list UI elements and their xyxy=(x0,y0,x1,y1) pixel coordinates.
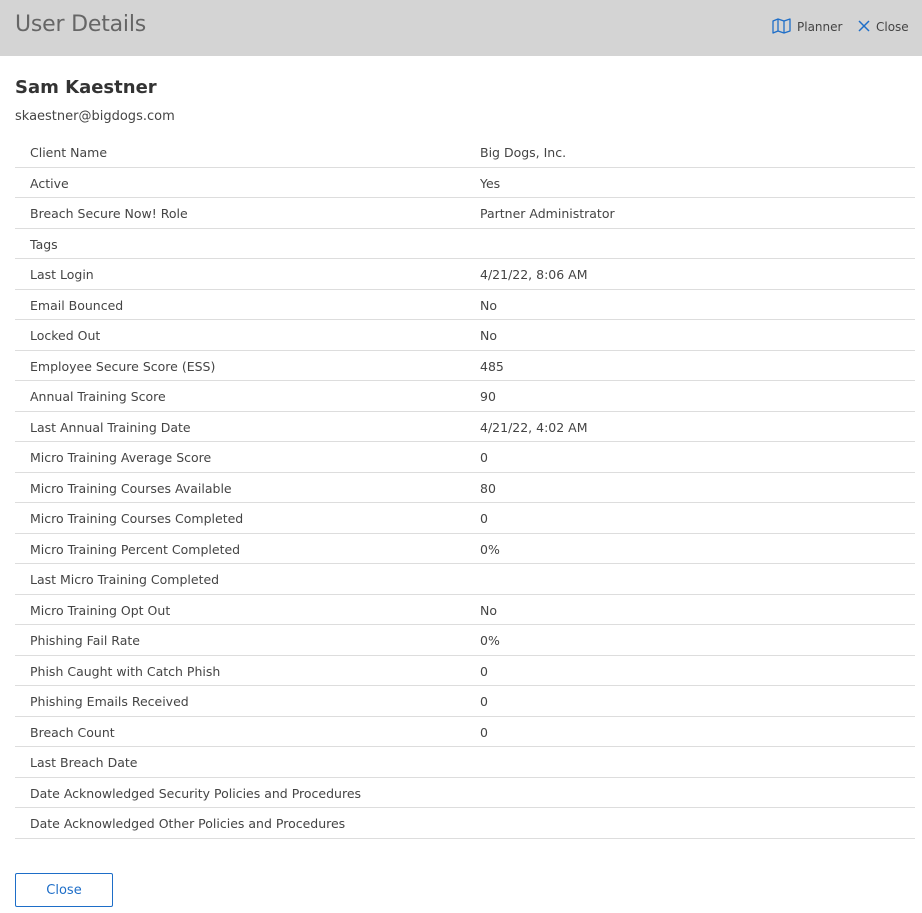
row-label: Micro Training Opt Out xyxy=(30,602,171,618)
table-row: Micro Training Percent Completed 0% xyxy=(15,534,915,564)
table-row: Last Breach Date xyxy=(15,747,915,778)
row-value: No xyxy=(480,328,497,343)
table-row: Last Micro Training Completed xyxy=(15,564,915,595)
row-value: Partner Administrator xyxy=(480,206,615,221)
row-value: 90 xyxy=(480,389,496,404)
row-label: Active xyxy=(30,175,69,191)
close-icon xyxy=(858,19,876,35)
table-row: Phishing Emails Received 0 xyxy=(15,686,915,717)
row-label: Phishing Fail Rate xyxy=(30,633,140,648)
row-value: 0% xyxy=(480,541,500,557)
row-value: 80 xyxy=(480,480,496,496)
row-label: Micro Training Percent Completed xyxy=(30,541,241,557)
table-row: Annual Training Score 90 xyxy=(15,381,915,412)
table-row: Breach Secure Now! Role Partner Administr… xyxy=(15,198,915,229)
row-label: Micro Training Courses Available xyxy=(30,480,232,496)
table-row: Micro Training Opt Out No xyxy=(15,595,915,625)
row-label: Breach Secure Now! Role xyxy=(30,206,188,221)
row-label: Tags xyxy=(30,236,58,252)
table-row: Date Acknowledged Other Policies and Pro… xyxy=(15,808,915,839)
row-value: 0 xyxy=(480,511,488,526)
table-row: Employee Secure Score (ESS) 485 xyxy=(15,351,915,381)
row-value: 4/21/22, 8:06 AM xyxy=(480,267,588,282)
row-value: 0% xyxy=(480,633,500,648)
table-row: Micro Training Average Score 0 xyxy=(15,442,915,473)
row-label: Last Micro Training Completed xyxy=(30,572,220,587)
row-label: Micro Training Courses Completed xyxy=(30,511,244,526)
table-row: Micro Training Courses Available 80 xyxy=(15,473,915,503)
row-value: 485 xyxy=(480,358,504,374)
table-row: Locked Out No xyxy=(15,320,915,351)
row-value: No xyxy=(480,602,497,618)
planner-button[interactable]: Planner xyxy=(772,17,842,37)
row-label: Phish Caught with Catch Phish xyxy=(30,663,221,679)
table-row: Email Bounced No xyxy=(15,290,915,320)
row-value: Big Dogs, Inc. xyxy=(480,145,567,160)
row-label: Breach Count xyxy=(30,724,115,740)
close-button[interactable]: Close xyxy=(15,873,113,907)
row-value: No xyxy=(480,297,497,313)
row-label: Phishing Emails Received xyxy=(30,694,189,709)
row-value: Yes xyxy=(480,175,501,191)
details-table: Client Name Big Dogs, Inc. Active Yes Brea… xyxy=(15,137,915,839)
row-label: Client Name xyxy=(30,145,108,160)
row-label: Annual Training Score xyxy=(30,389,166,404)
page-title: User Details xyxy=(15,12,147,37)
table-row: Last Login 4/21/22, 8:06 AM xyxy=(15,259,915,290)
header-close-button[interactable]: Close xyxy=(858,17,909,37)
table-row: Date Acknowledged Security Policies and … xyxy=(15,778,915,808)
row-label: Last Breach Date xyxy=(30,755,138,770)
table-row: Breach Count 0 xyxy=(15,717,915,747)
row-label: Date Acknowledged Security Policies and … xyxy=(30,785,362,801)
row-label: Micro Training Average Score xyxy=(30,450,212,465)
user-name: Sam Kaestner xyxy=(15,77,157,98)
table-row: Phish Caught with Catch Phish 0 xyxy=(15,656,915,686)
table-row: Phishing Fail Rate 0% xyxy=(15,625,915,656)
row-value: 0 xyxy=(480,663,488,679)
table-row: Active Yes xyxy=(15,168,915,198)
table-row: Client Name Big Dogs, Inc. xyxy=(15,137,915,168)
row-label: Locked Out xyxy=(30,328,101,343)
map-icon xyxy=(772,17,797,37)
row-value: 0 xyxy=(480,724,488,740)
table-row: Micro Training Courses Completed 0 xyxy=(15,503,915,534)
row-value: 4/21/22, 4:02 AM xyxy=(480,419,588,435)
row-label: Date Acknowledged Other Policies and Pro… xyxy=(30,816,346,831)
row-label: Last Login xyxy=(30,267,94,282)
modal-header: User Details Planner Close xyxy=(0,0,922,56)
row-label: Last Annual Training Date xyxy=(30,419,191,435)
row-label: Employee Secure Score (ESS) xyxy=(30,358,216,374)
planner-label: Planner xyxy=(797,20,843,34)
header-close-label: Close xyxy=(876,20,909,34)
user-email: skaestner@bigdogs.com xyxy=(15,109,175,124)
row-value: 0 xyxy=(480,450,488,465)
table-row: Last Annual Training Date 4/21/22, 4:02 A… xyxy=(15,412,915,442)
row-label: Email Bounced xyxy=(30,297,124,313)
table-row: Tags xyxy=(15,229,915,259)
row-value: 0 xyxy=(480,694,488,709)
